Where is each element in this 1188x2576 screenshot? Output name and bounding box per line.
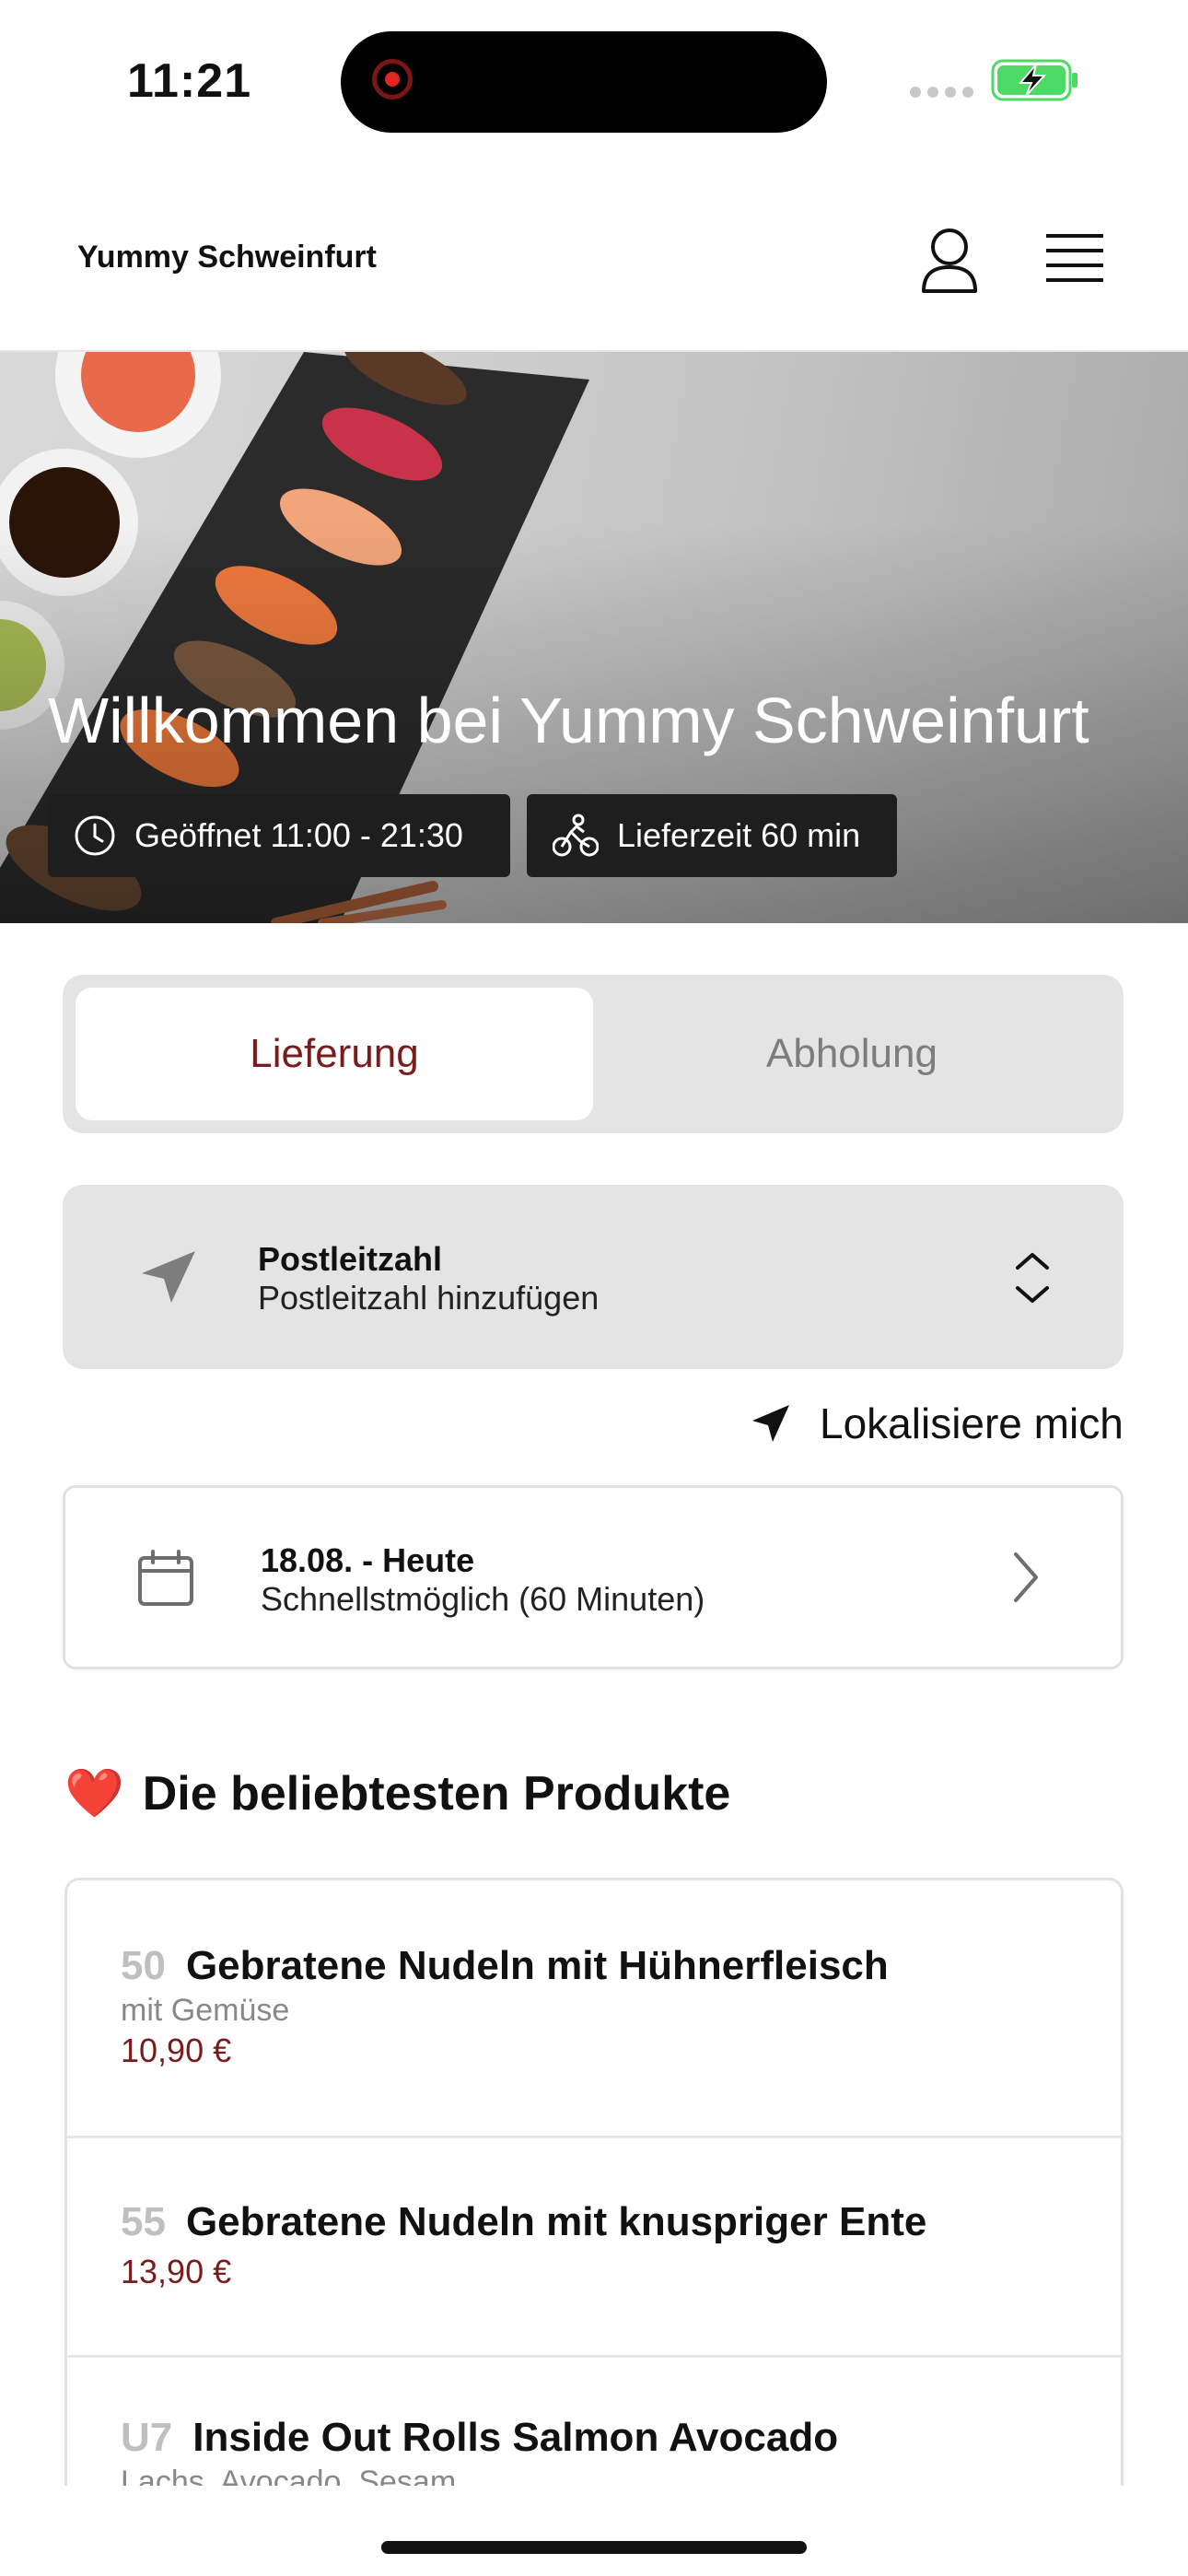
delivery-time-option: Schnellstmöglich (60 Minuten) <box>261 1580 705 1618</box>
navigation-arrow-icon <box>752 1405 789 1442</box>
chevron-up-down-icon <box>1016 1253 1049 1303</box>
location-arrow-icon <box>142 1251 195 1303</box>
opening-hours-text: Geöffnet 11:00 - 21:30 <box>134 816 463 854</box>
delivery-date-selector[interactable]: 18.08. - Heute Schnellstmöglich (60 Minu… <box>63 1485 1124 1669</box>
restaurant-brand[interactable]: Yummy Schweinfurt <box>77 240 377 275</box>
opening-hours-chip: Geöffnet 11:00 - 21:30 <box>48 794 510 877</box>
popular-products-heading: ❤️ Die beliebtesten Produkte <box>64 1765 730 1821</box>
clock-icon <box>75 815 115 856</box>
status-time: 11:21 <box>127 54 252 108</box>
product-item[interactable]: U7 Inside Out Rolls Salmon Avocado Lachs,… <box>67 2358 1121 2486</box>
product-item[interactable]: 50 Gebratene Nudeln mit Hühnerfleisch mit… <box>67 1880 1121 2138</box>
dynamic-island <box>341 31 827 133</box>
hero-banner: Willkommen bei Yummy Schweinfurt Geöffne… <box>0 352 1188 923</box>
hamburger-menu-icon[interactable] <box>1042 230 1107 292</box>
tab-delivery[interactable]: Lieferung <box>76 988 593 1120</box>
postal-code-selector[interactable]: Postleitzahl Postleitzahl hinzufügen <box>63 1185 1124 1369</box>
home-indicator[interactable] <box>381 2541 807 2554</box>
product-description: Lachs, Avocado, Sesam <box>121 2465 457 2486</box>
delivery-time-chip: Lieferzeit 60 min <box>527 794 897 877</box>
product-description: mit Gemüse <box>121 1993 290 2028</box>
postal-code-placeholder: Postleitzahl hinzufügen <box>258 1279 600 1317</box>
tab-pickup[interactable]: Abholung <box>593 988 1111 1120</box>
postal-code-label: Postleitzahl <box>258 1240 443 1278</box>
locate-me-button[interactable]: Lokalisiere mich <box>750 1399 1124 1448</box>
product-price: 10,90 € <box>121 2032 232 2069</box>
product-name: Gebratene Nudeln mit Hühnerfleisch <box>185 1943 889 1988</box>
cellular-signal-icon <box>910 87 973 98</box>
battery-charging-icon <box>991 59 1079 106</box>
delivery-time-text: Lieferzeit 60 min <box>617 816 861 854</box>
hero-title: Willkommen bei Yummy Schweinfurt <box>48 685 1089 756</box>
product-name: Gebratene Nudeln mit knuspriger Ente <box>185 2199 927 2244</box>
popular-products-title: Die beliebtesten Produkte <box>142 1766 731 1821</box>
product-price: 13,90 € <box>121 2253 232 2290</box>
product-number: U7 <box>121 2415 173 2460</box>
chevron-right-icon <box>1014 1552 1038 1602</box>
product-number: 50 <box>121 1943 166 1988</box>
product-name: Inside Out Rolls Salmon Avocado <box>192 2415 839 2460</box>
delivery-date-label: 18.08. - Heute <box>261 1541 475 1579</box>
order-mode-switch: Lieferung Abholung <box>63 975 1124 1133</box>
product-number: 55 <box>121 2199 166 2244</box>
product-item[interactable]: 55 Gebratene Nudeln mit knuspriger Ente 1… <box>67 2138 1121 2358</box>
popular-products-list: 50 Gebratene Nudeln mit Hühnerfleisch mit… <box>64 1878 1124 2486</box>
heart-icon: ❤️ <box>64 1767 124 1821</box>
bicycle-courier-icon <box>553 814 599 857</box>
recording-indicator-icon <box>372 59 413 100</box>
calendar-icon <box>138 1550 193 1606</box>
locate-me-label: Lokalisiere mich <box>820 1399 1124 1447</box>
user-account-icon[interactable] <box>917 225 982 303</box>
